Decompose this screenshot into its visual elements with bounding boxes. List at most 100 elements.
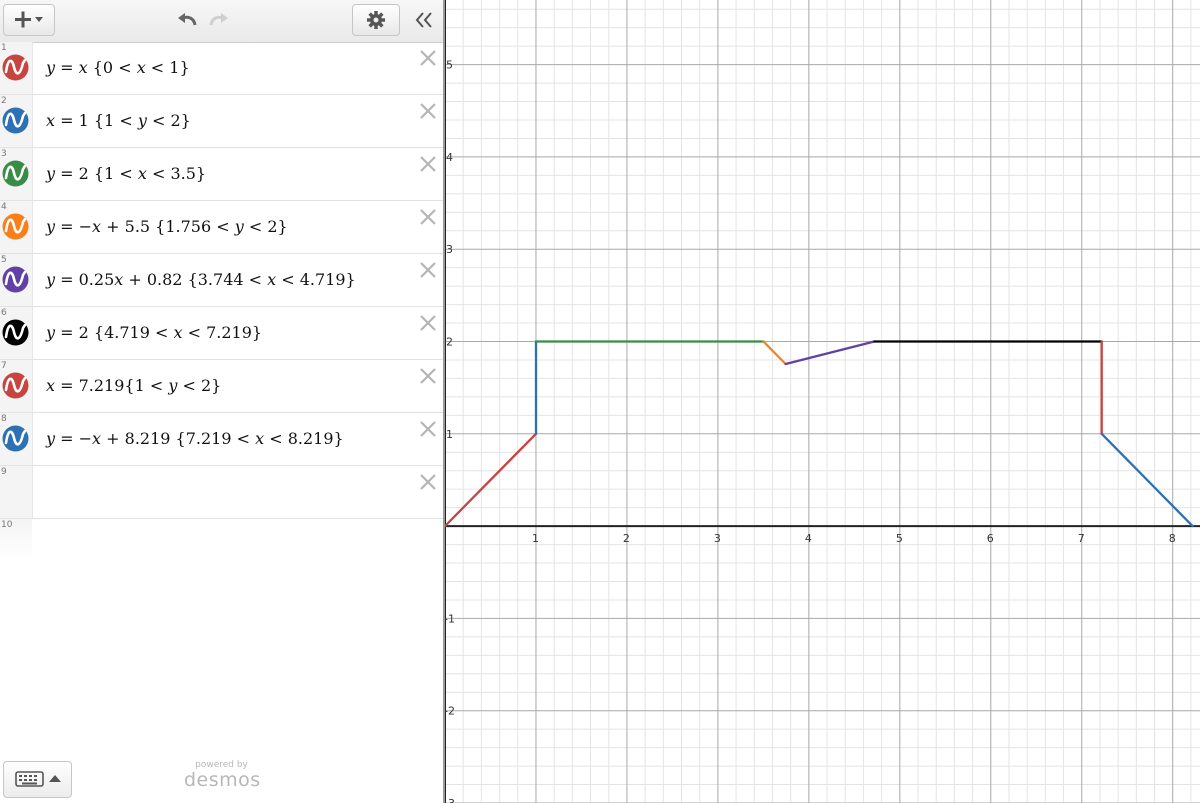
y-tick-label: -1 xyxy=(445,612,455,625)
delete-expression-icon[interactable] xyxy=(419,367,437,385)
keypad-toggle-button[interactable] xyxy=(3,761,72,798)
expression-token: x xyxy=(46,376,56,395)
expression-number: 10 xyxy=(1,520,13,530)
x-tick-label: 3 xyxy=(714,532,721,545)
expression-token: y xyxy=(46,217,56,236)
graph-style-icon[interactable] xyxy=(2,266,29,293)
expression-token: y xyxy=(137,111,147,130)
expression-row[interactable]: 3 y = 2 {1 < x < 3.5} xyxy=(0,148,443,201)
x-tick-label: 8 xyxy=(1169,532,1176,545)
x-tick-label: 4 xyxy=(805,532,812,545)
curve-segment xyxy=(445,432,538,528)
expression-number: 8 xyxy=(1,414,7,424)
expression-input[interactable]: x = 1 {1 < y < 2} xyxy=(46,95,191,147)
collapse-sidebar-button[interactable] xyxy=(410,6,438,34)
expression-row[interactable]: 7 x = 7.219{1 < y < 2} xyxy=(0,360,443,413)
expression-token: x xyxy=(114,270,124,289)
curve-segment xyxy=(784,340,876,366)
expression-token: = 1 {1 < xyxy=(55,111,138,130)
y-tick-label: -3 xyxy=(445,797,455,803)
expression-row[interactable]: 4 y = −x + 5.5 {1.756 < y < 2} xyxy=(0,201,443,254)
expression-token: = − xyxy=(55,429,93,448)
graph-style-icon[interactable] xyxy=(2,54,29,81)
expression-token: < 8.219} xyxy=(264,429,344,448)
undo-icon[interactable] xyxy=(176,10,200,30)
expression-token: y xyxy=(234,217,244,236)
expression-token: = xyxy=(55,58,79,77)
expression-input[interactable]: y = −x + 8.219 {7.219 < x < 8.219} xyxy=(46,413,344,465)
expression-row[interactable]: 8 y = −x + 8.219 {7.219 < x < 8.219} xyxy=(0,413,443,466)
delete-expression-icon[interactable] xyxy=(419,420,437,438)
expression-row[interactable]: 9 xyxy=(0,466,443,519)
x-tick-label: 1 xyxy=(532,532,539,545)
expression-input[interactable]: y = 0.25x + 0.82 {3.744 < x < 4.719} xyxy=(46,254,356,306)
expression-token: x xyxy=(136,58,146,77)
expression-token: < 3.5} xyxy=(146,164,207,183)
expression-token: y xyxy=(46,429,56,448)
expression-token: = 2 {1 < xyxy=(55,164,138,183)
expression-token: = 7.219{1 < xyxy=(55,376,169,395)
expression-row[interactable]: 6 y = 2 {4.719 < x < 7.219} xyxy=(0,307,443,360)
delete-expression-icon[interactable] xyxy=(419,473,437,491)
keyboard-icon xyxy=(15,771,61,787)
expression-token: < 4.719} xyxy=(276,270,356,289)
graph-style-icon[interactable] xyxy=(2,425,29,452)
delete-expression-icon[interactable] xyxy=(419,102,437,120)
settings-button[interactable] xyxy=(352,4,400,36)
expression-input[interactable]: x = 7.219{1 < y < 2} xyxy=(46,360,221,412)
expression-input[interactable]: y = −x + 5.5 {1.756 < y < 2} xyxy=(46,201,288,253)
expression-token: x xyxy=(92,429,102,448)
expression-input[interactable]: y = x {0 < x < 1} xyxy=(46,42,190,94)
empty-expression-row[interactable]: 10 xyxy=(0,519,443,559)
redo-icon[interactable] xyxy=(206,10,230,30)
x-tick-label: 2 xyxy=(623,532,630,545)
expression-token: {0 < xyxy=(87,58,137,77)
y-tick-label: 5 xyxy=(446,59,453,72)
expression-token: = − xyxy=(55,217,93,236)
toolbar xyxy=(0,0,443,43)
double-chevron-left-icon xyxy=(415,12,432,28)
graph-paper[interactable]: 1 2 3 4 5 6 7 8 -3 -2 -1 1 2 3 4 5 xyxy=(445,0,1200,803)
expression-token: y xyxy=(46,323,56,342)
expression-input[interactable]: y = 2 {1 < x < 3.5} xyxy=(46,148,206,200)
delete-expression-icon[interactable] xyxy=(419,261,437,279)
expression-token: x xyxy=(46,111,56,130)
expression-token: x xyxy=(92,217,102,236)
expression-row[interactable]: 1 y = x {0 < x < 1} xyxy=(0,42,443,95)
y-tick-label: -2 xyxy=(445,705,455,718)
expression-number: 4 xyxy=(1,202,7,212)
expression-number: 5 xyxy=(1,255,7,265)
add-item-button[interactable] xyxy=(3,4,55,36)
expression-token: x xyxy=(78,58,88,77)
expression-token: = 2 {4.719 < xyxy=(55,323,174,342)
delete-expression-icon[interactable] xyxy=(419,49,437,67)
delete-expression-icon[interactable] xyxy=(419,314,437,332)
curve-segment xyxy=(1100,432,1194,528)
delete-expression-icon[interactable] xyxy=(419,155,437,173)
expression-token: y xyxy=(46,58,56,77)
graph-style-icon[interactable] xyxy=(2,213,29,240)
expression-token: < 2} xyxy=(146,111,191,130)
graph-style-icon[interactable] xyxy=(2,319,29,346)
delete-expression-icon[interactable] xyxy=(419,208,437,226)
expression-token: + 5.5 {1.756 < xyxy=(101,217,235,236)
x-tick-label: 6 xyxy=(987,532,994,545)
graph-style-icon[interactable] xyxy=(2,107,29,134)
expression-row[interactable]: 5 y = 0.25x + 0.82 {3.744 < x < 4.719} xyxy=(0,254,443,307)
expression-number: 3 xyxy=(1,149,7,159)
gear-icon xyxy=(367,11,385,29)
graph-style-icon[interactable] xyxy=(2,160,29,187)
expression-list: 1 y = x {0 < x < 1} 2 x = 1 {1 < y < 2} 3 y =… xyxy=(0,42,443,559)
expression-row[interactable]: 2 x = 1 {1 < y < 2} xyxy=(0,95,443,148)
x-tick-label: 7 xyxy=(1078,532,1085,545)
expression-token: < 7.219} xyxy=(182,323,263,342)
expression-number: 1 xyxy=(1,43,7,53)
expression-token: < 2} xyxy=(243,217,288,236)
minor-gridlines xyxy=(445,0,1200,803)
expression-input[interactable]: y = 2 {4.719 < x < 7.219} xyxy=(46,307,262,359)
expression-token: x xyxy=(255,429,265,448)
desmos-branding: powered by desmos xyxy=(184,760,260,790)
graph-style-icon[interactable] xyxy=(2,372,29,399)
curve-segment xyxy=(762,340,787,366)
expression-token: x xyxy=(267,270,277,289)
